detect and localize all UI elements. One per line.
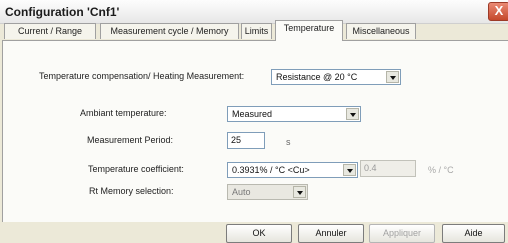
tab-miscellaneous[interactable]: Miscellaneous <box>346 23 416 39</box>
custom-coefficient-input: 0.4 <box>360 160 416 177</box>
tab-limits[interactable]: Limits <box>241 23 272 39</box>
window-title: Configuration 'Cnf1' <box>5 5 120 19</box>
ambient-temperature-dropdown[interactable]: Measured <box>227 106 361 122</box>
tab-measurement-cycle-memory[interactable]: Measurement cycle / Memory <box>100 23 239 39</box>
measurement-period-input[interactable]: 25 <box>227 132 265 149</box>
rt-memory-selection-dropdown: Auto <box>227 184 308 200</box>
custom-coefficient-value: 0.4 <box>364 163 377 173</box>
temperature-coefficient-dropdown[interactable]: 0.3931% / °C <Cu> <box>227 162 358 178</box>
measurement-period-value: 25 <box>231 135 242 145</box>
ok-button[interactable]: OK <box>226 224 292 243</box>
coefficient-unit: % / °C <box>428 165 454 175</box>
close-button[interactable]: X <box>488 2 508 21</box>
tab-temperature[interactable]: Temperature <box>275 20 343 41</box>
cancel-button[interactable]: Annuler <box>298 224 364 243</box>
temperature-compensation-dropdown[interactable]: Resistance @ 20 °C <box>271 69 401 85</box>
tab-label: Limits <box>244 26 269 36</box>
ambient-temperature-value: Measured <box>232 109 273 119</box>
tab-label: Temperature <box>283 23 335 33</box>
ok-button-label: OK <box>252 228 266 238</box>
temperature-compensation-value: Resistance @ 20 °C <box>276 72 358 82</box>
rt-memory-selection-value: Auto <box>232 187 251 197</box>
apply-button-label: Appliquer <box>382 228 422 238</box>
help-button-label: Aide <box>464 228 483 238</box>
apply-button: Appliquer <box>369 224 435 243</box>
temperature-coefficient-label: Temperature coefficient: <box>88 164 184 174</box>
chevron-down-icon <box>293 186 306 198</box>
close-icon: X <box>494 3 504 18</box>
chevron-down-icon[interactable] <box>346 108 359 120</box>
temperature-tab-panel: Temperature compensation/ Heating Measur… <box>2 40 508 230</box>
cancel-button-label: Annuler <box>315 228 347 238</box>
tab-label: Current / Range <box>17 26 83 36</box>
configuration-dialog: Configuration 'Cnf1' X Current / Range M… <box>0 0 508 243</box>
title-bar[interactable]: Configuration 'Cnf1' X <box>0 0 508 24</box>
tab-label: Miscellaneous <box>352 26 410 36</box>
chevron-down-icon[interactable] <box>343 164 356 176</box>
chevron-down-icon[interactable] <box>386 71 399 83</box>
ambient-temperature-label: Ambiant temperature: <box>80 108 167 118</box>
measurement-period-unit: s <box>286 137 291 147</box>
help-button[interactable]: Aide <box>442 224 505 243</box>
temperature-coefficient-value: 0.3931% / °C <Cu> <box>232 165 310 175</box>
tab-current-range[interactable]: Current / Range <box>4 23 96 39</box>
tab-label: Measurement cycle / Memory <box>110 26 229 36</box>
measurement-period-label: Measurement Period: <box>87 135 174 145</box>
rt-memory-selection-label: Rt Memory selection: <box>89 186 174 196</box>
temperature-compensation-label: Temperature compensation/ Heating Measur… <box>39 71 245 81</box>
